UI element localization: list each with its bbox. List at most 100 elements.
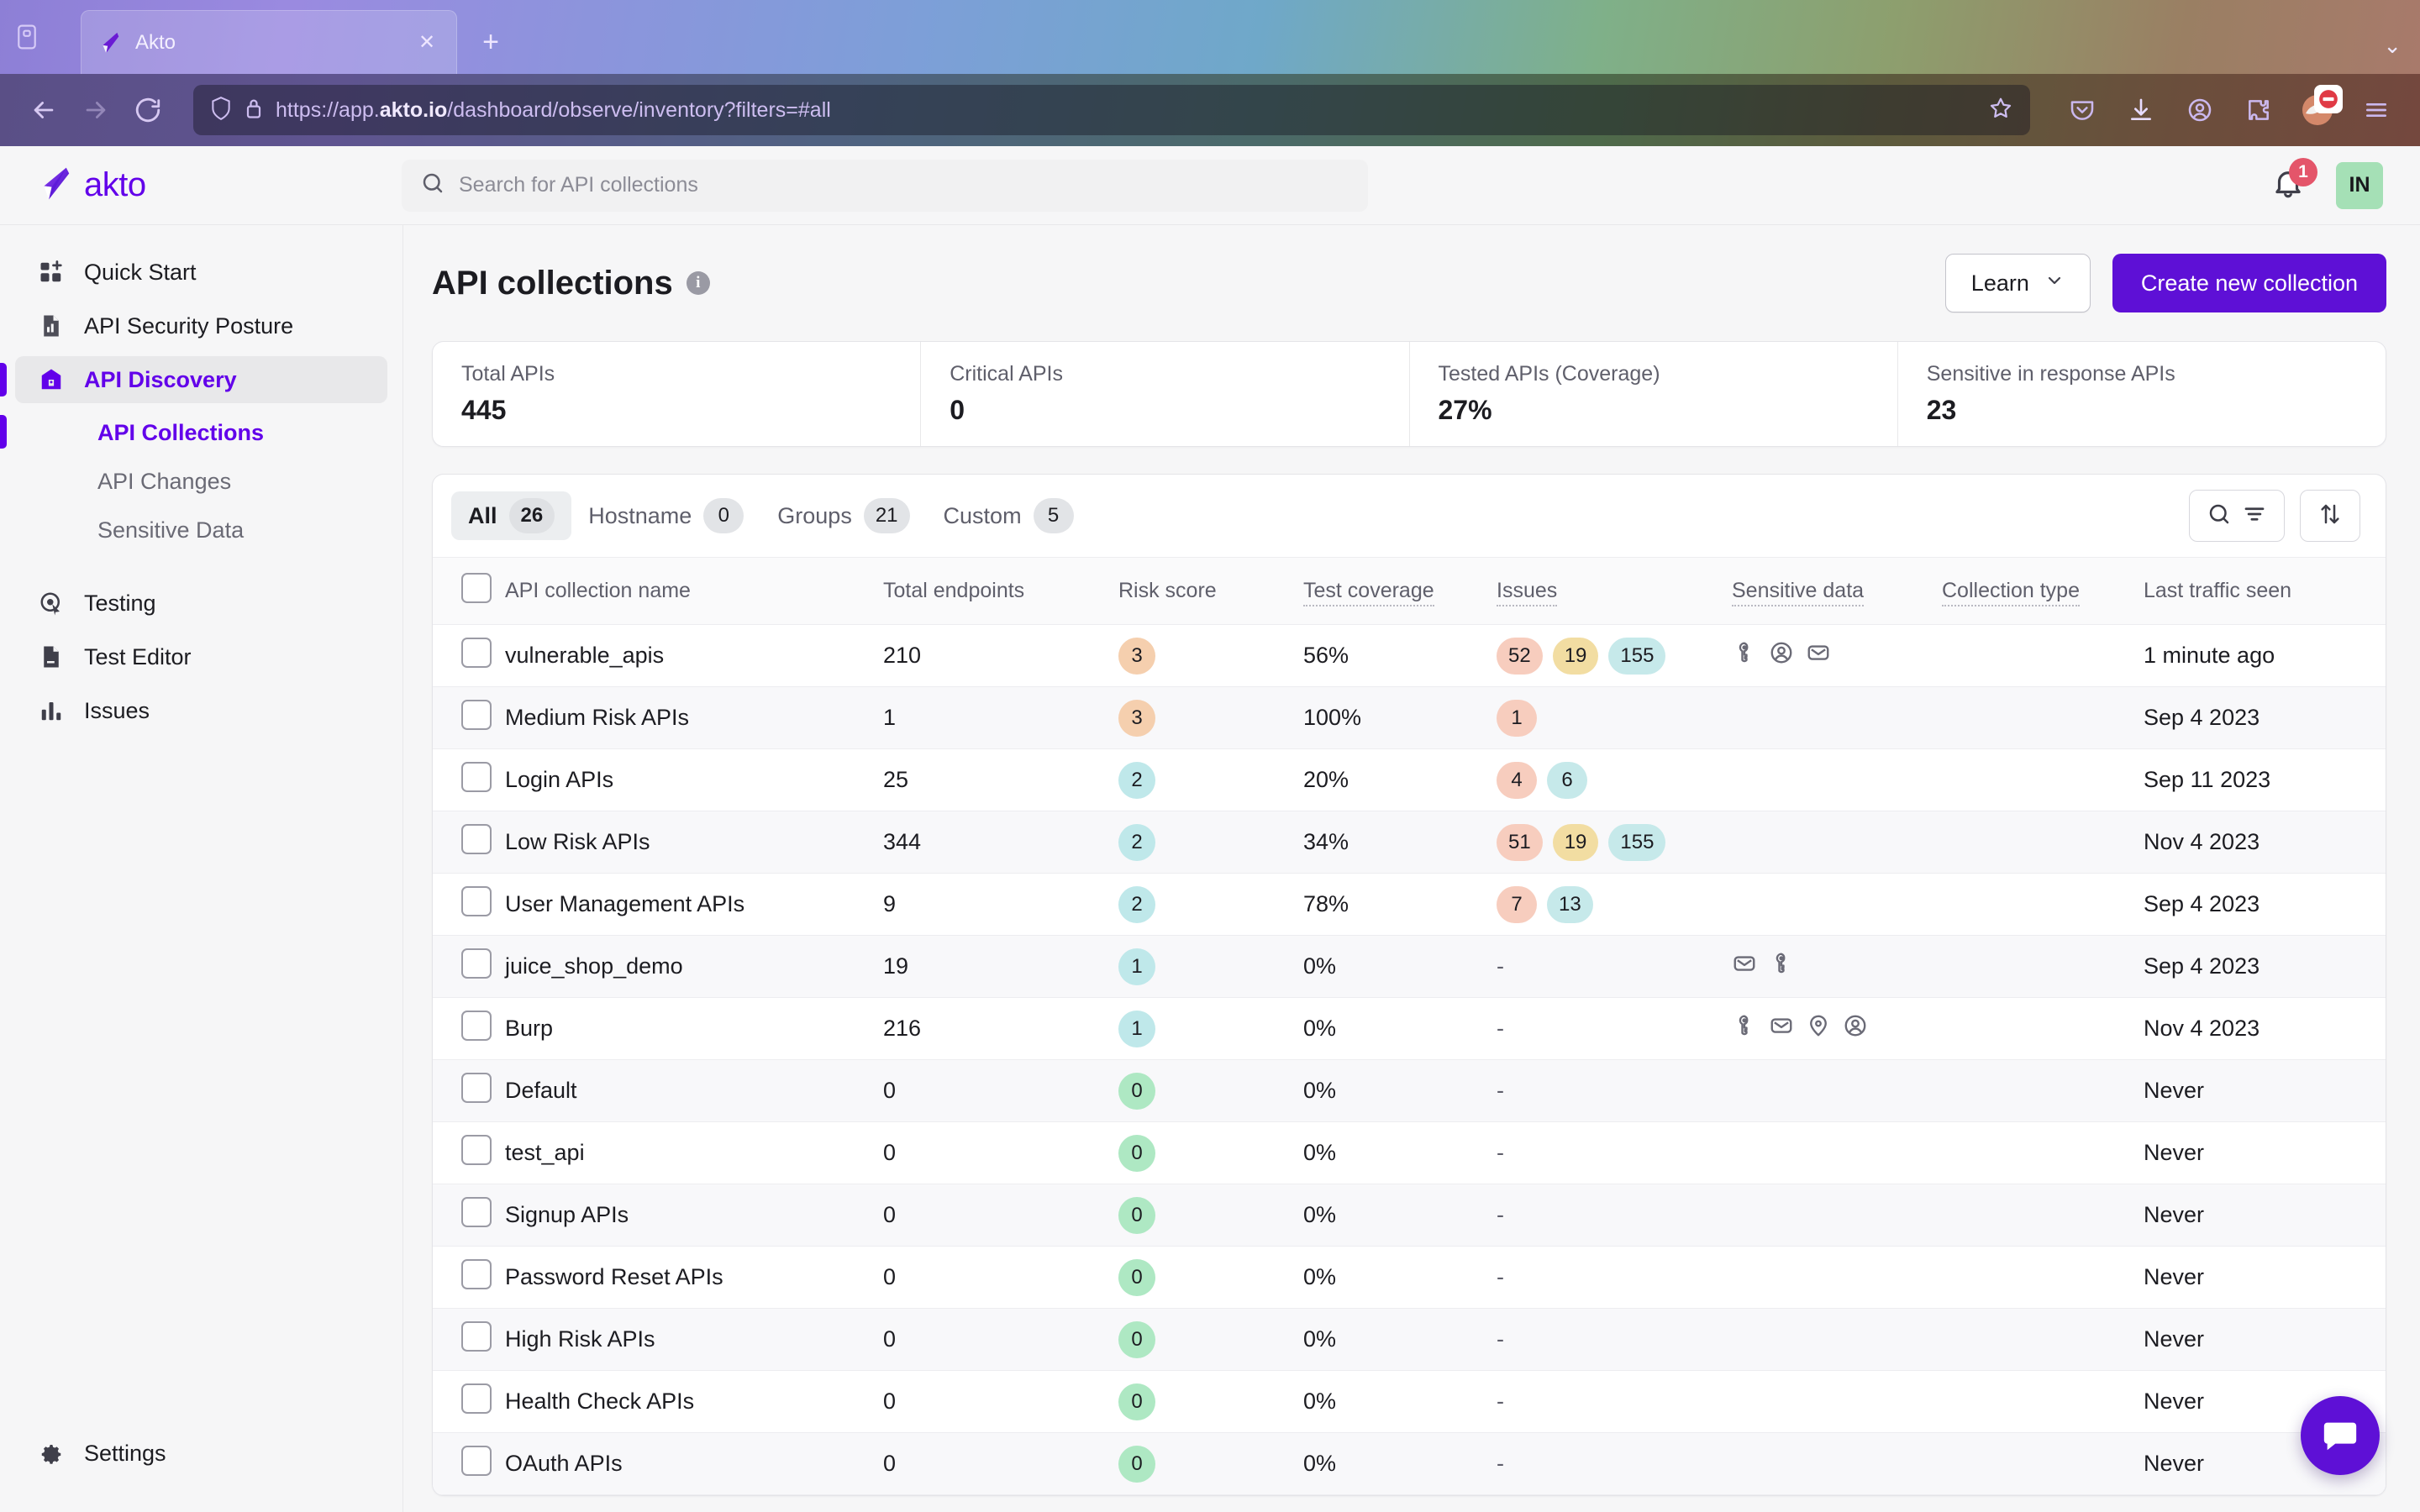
row-checkbox[interactable] [461, 824, 492, 854]
firefox-account-avatar-icon[interactable] [2294, 85, 2343, 134]
issue-badge-high[interactable]: 7 [1497, 885, 1537, 923]
avatar[interactable]: IN [2336, 161, 2383, 209]
account-icon[interactable] [2176, 87, 2223, 134]
issue-badge-low[interactable]: 155 [1608, 823, 1666, 861]
table-row[interactable]: Login APIs 25 2 20% 4 6 Sep 11 2023 [433, 748, 2386, 811]
issue-badge-high[interactable]: 1 [1497, 699, 1537, 737]
cell-collection-name[interactable]: Medium Risk APIs [505, 686, 883, 749]
chat-bubble-icon[interactable] [2301, 1396, 2380, 1475]
cell-collection-name[interactable]: Signup APIs [505, 1184, 883, 1247]
table-row[interactable]: Medium Risk APIs 1 3 100% 1 Sep 4 2023 [433, 686, 2386, 749]
row-checkbox[interactable] [461, 1259, 492, 1289]
cell-collection-name[interactable]: Default [505, 1059, 883, 1122]
cell-collection-name[interactable]: Login APIs [505, 748, 883, 811]
cell-collection-name[interactable]: User Management APIs [505, 873, 883, 936]
table-row[interactable]: Burp 216 1 0% - Nov 4 2023 [433, 997, 2386, 1060]
table-row[interactable]: High Risk APIs 0 0 0% - Never [433, 1308, 2386, 1371]
cell-collection-name[interactable]: Burp [505, 997, 883, 1060]
issue-badge-med[interactable]: 19 [1552, 637, 1599, 675]
issue-badge-high[interactable]: 4 [1497, 761, 1537, 799]
issue-badge-high[interactable]: 51 [1497, 823, 1543, 861]
key-icon[interactable] [1732, 1013, 1757, 1044]
close-icon[interactable]: ✕ [413, 29, 441, 57]
search-input[interactable] [459, 173, 1349, 197]
row-checkbox[interactable] [461, 1446, 492, 1476]
url-text[interactable]: https://app.akto.io/dashboard/observe/in… [276, 98, 1976, 123]
envelope-icon[interactable] [1732, 951, 1757, 982]
table-row[interactable]: Low Risk APIs 344 2 34% 51 19 155 Nov 4 2023 [433, 811, 2386, 874]
column-issues[interactable]: Issues [1497, 557, 1732, 625]
notifications-button[interactable]: 1 [2269, 157, 2317, 205]
envelope-icon[interactable] [1806, 640, 1831, 671]
row-checkbox[interactable] [461, 1011, 492, 1041]
shield-icon[interactable] [210, 96, 232, 125]
tab-groups[interactable]: Groups 21 [760, 491, 926, 540]
forward-arrow-icon[interactable] [72, 87, 119, 134]
sidebar-item-quick-start[interactable]: Quick Start [15, 249, 387, 296]
column-sensitive-data[interactable]: Sensitive data [1732, 557, 1942, 625]
person-circle-icon[interactable] [1769, 640, 1794, 671]
column-test-coverage[interactable]: Test coverage [1303, 557, 1497, 625]
row-checkbox[interactable] [461, 762, 492, 792]
app-menu-icon[interactable] [2353, 87, 2400, 134]
address-bar[interactable]: https://app.akto.io/dashboard/observe/in… [193, 85, 2030, 135]
info-icon[interactable]: i [686, 271, 710, 295]
table-row[interactable]: vulnerable_apis 210 3 56% 52 19 155 1 minute ag… [433, 624, 2386, 687]
location-pin-icon[interactable] [1806, 1013, 1831, 1044]
cell-collection-name[interactable]: Health Check APIs [505, 1370, 883, 1433]
back-arrow-icon[interactable] [20, 87, 67, 134]
learn-button[interactable]: Learn [1944, 254, 2091, 312]
firefox-view-button[interactable] [0, 0, 54, 74]
row-checkbox[interactable] [461, 1321, 492, 1352]
tab-all[interactable]: All 26 [451, 491, 572, 540]
key-icon[interactable] [1732, 640, 1757, 671]
cell-collection-name[interactable]: vulnerable_apis [505, 624, 883, 687]
table-row[interactable]: juice_shop_demo 19 1 0% - Sep 4 2023 [433, 935, 2386, 998]
sidebar-item-settings[interactable]: Settings [15, 1430, 387, 1477]
sidebar-item-api-security-posture[interactable]: API Security Posture [15, 302, 387, 349]
row-checkbox[interactable] [461, 1073, 492, 1103]
row-checkbox[interactable] [461, 886, 492, 916]
browser-tab-akto[interactable]: Akto ✕ [81, 10, 457, 74]
issue-badge-high[interactable]: 52 [1497, 637, 1543, 675]
select-all-checkbox[interactable] [461, 573, 492, 603]
column-last-traffic-seen[interactable]: Last traffic seen [2144, 557, 2386, 625]
cell-collection-name[interactable]: OAuth APIs [505, 1432, 883, 1495]
sidebar-item-issues[interactable]: Issues [15, 687, 387, 734]
issue-badge-med[interactable]: 19 [1552, 823, 1599, 861]
global-search[interactable] [402, 159, 1368, 212]
key-icon[interactable] [1769, 951, 1794, 982]
table-row[interactable]: Health Check APIs 0 0 0% - Never [433, 1370, 2386, 1433]
table-row[interactable]: OAuth APIs 0 0 0% - Never [433, 1432, 2386, 1495]
sidebar-item-test-editor[interactable]: Test Editor [15, 633, 387, 680]
search-filter-button[interactable] [2189, 490, 2285, 542]
table-row[interactable]: Default 0 0 0% - Never [433, 1059, 2386, 1122]
row-checkbox[interactable] [461, 1197, 492, 1227]
pocket-icon[interactable] [2059, 87, 2106, 134]
sidebar-item-testing[interactable]: Testing [15, 580, 387, 627]
cell-collection-name[interactable]: High Risk APIs [505, 1308, 883, 1371]
extensions-icon[interactable] [2235, 87, 2282, 134]
new-tab-button[interactable]: + [469, 20, 513, 64]
reload-icon[interactable] [124, 87, 171, 134]
column-total-endpoints[interactable]: Total endpoints [883, 557, 1118, 625]
row-checkbox[interactable] [461, 1383, 492, 1414]
issue-badge-low[interactable]: 155 [1608, 637, 1666, 675]
table-row[interactable]: Password Reset APIs 0 0 0% - Never [433, 1246, 2386, 1309]
downloads-icon[interactable] [2118, 87, 2165, 134]
padlock-icon[interactable] [244, 97, 264, 124]
sidebar-item-sensitive-data[interactable]: Sensitive Data [15, 507, 387, 553]
issue-badge-low[interactable]: 13 [1547, 885, 1593, 923]
row-checkbox[interactable] [461, 700, 492, 730]
tab-custom[interactable]: Custom 5 [927, 491, 1091, 540]
table-row[interactable]: User Management APIs 9 2 78% 7 13 Sep 4 2023 [433, 873, 2386, 936]
sort-button[interactable] [2300, 490, 2360, 542]
row-checkbox[interactable] [461, 638, 492, 668]
person-circle-icon[interactable] [1843, 1013, 1868, 1044]
row-checkbox[interactable] [461, 1135, 492, 1165]
issue-badge-low[interactable]: 6 [1547, 761, 1587, 799]
table-row[interactable]: test_api 0 0 0% - Never [433, 1121, 2386, 1184]
cell-collection-name[interactable]: Low Risk APIs [505, 811, 883, 874]
akto-brand[interactable]: akto [24, 164, 368, 207]
list-all-tabs-icon[interactable]: ⌄ [2383, 33, 2402, 59]
